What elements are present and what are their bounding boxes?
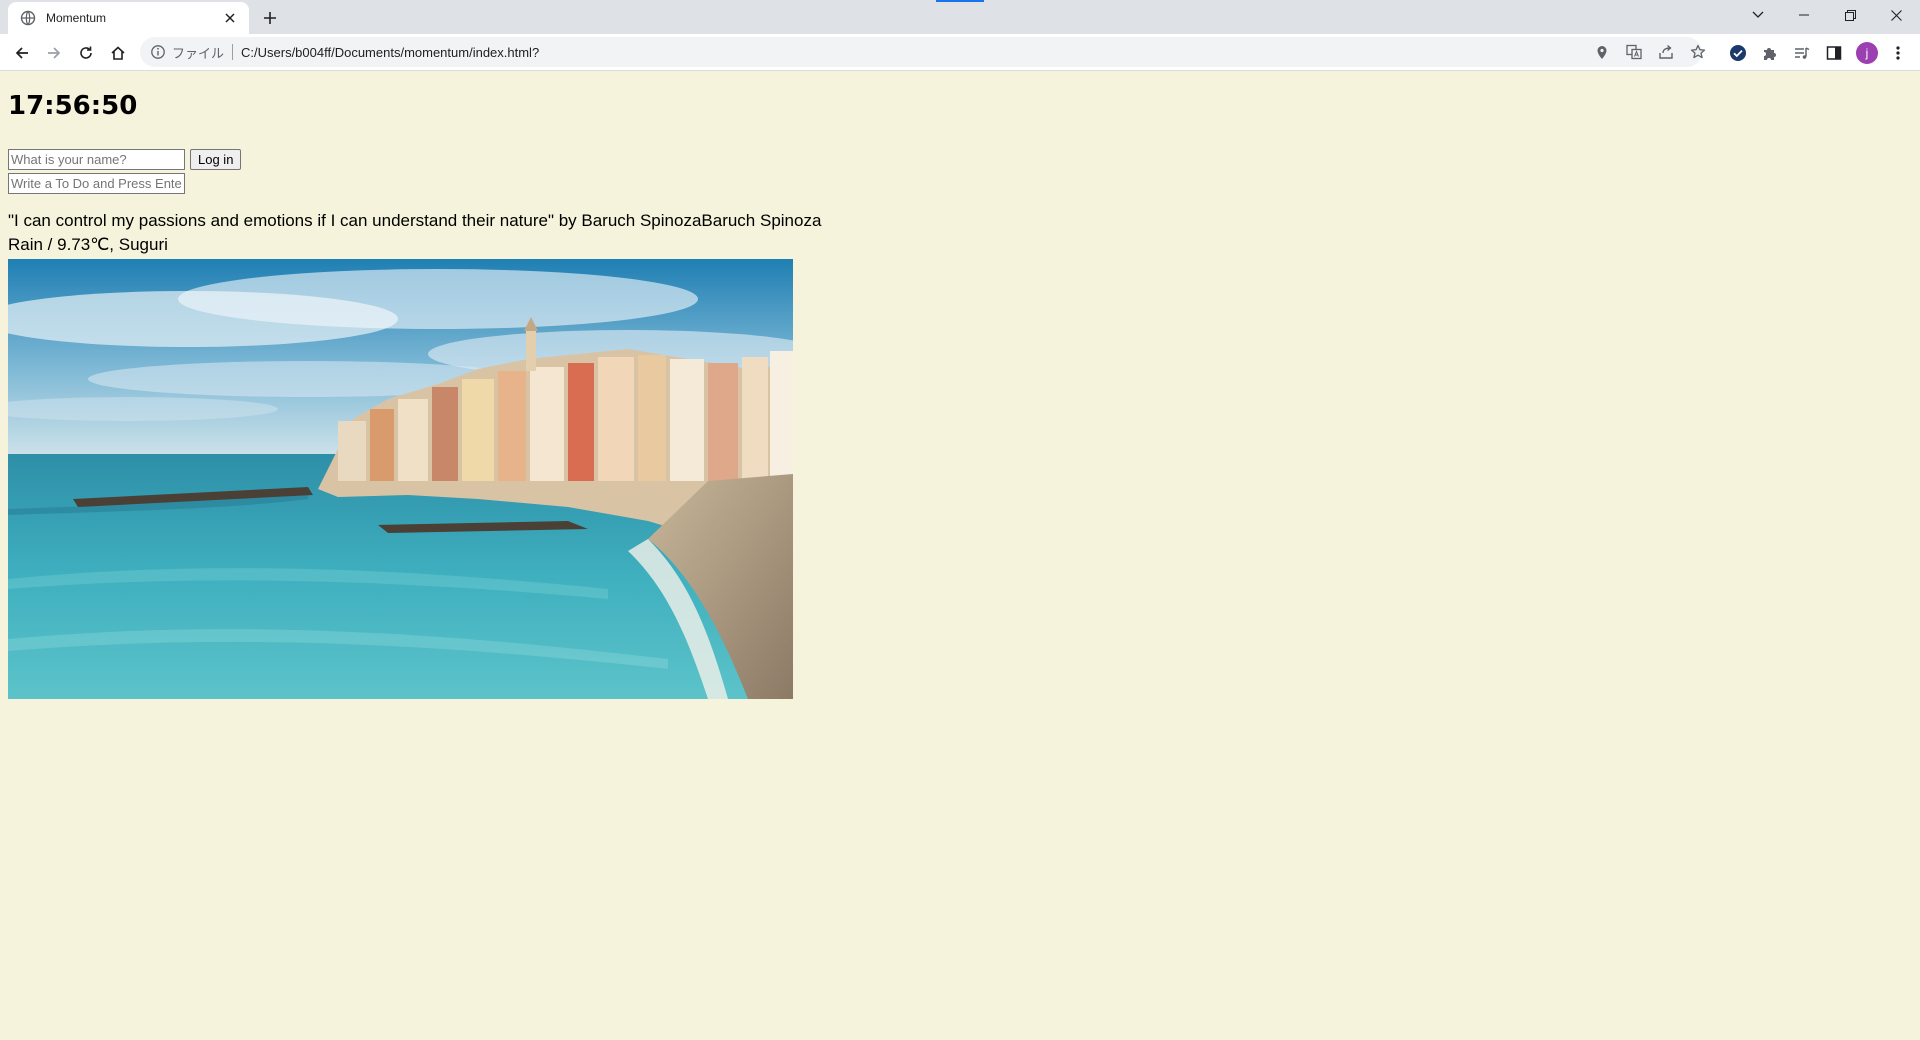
login-button[interactable]: Log in: [190, 149, 242, 170]
tab-strip-accent: [936, 0, 984, 2]
extension-check-icon[interactable]: [1724, 39, 1752, 67]
tab-search-chevron-icon[interactable]: [1735, 0, 1781, 30]
todo-input[interactable]: [8, 173, 185, 194]
forward-arrow-icon[interactable]: [40, 39, 68, 67]
new-tab-button[interactable]: [258, 6, 282, 30]
clock: 17:56:50: [8, 91, 138, 121]
restore-icon[interactable]: [1827, 0, 1873, 30]
scheme-label: ファイル: [172, 45, 225, 61]
translate-icon[interactable]: [1626, 44, 1642, 60]
profile-avatar[interactable]: j: [1856, 42, 1878, 64]
tab-title: Momentum: [46, 11, 107, 25]
address-bar[interactable]: ファイル C:/Users/b004ff/Documents/momentum/…: [140, 37, 1706, 67]
extensions-puzzle-icon[interactable]: [1756, 39, 1784, 67]
bookmark-star-icon[interactable]: [1690, 44, 1706, 60]
tab-strip: Momentum: [0, 0, 1920, 34]
home-icon[interactable]: [104, 39, 132, 67]
back-arrow-icon[interactable]: [8, 39, 36, 67]
close-window-icon[interactable]: [1873, 0, 1919, 30]
name-input[interactable]: [8, 149, 185, 170]
tab-close-icon[interactable]: [221, 9, 239, 27]
page-content: 17:56:50 Log in "I can control my passio…: [0, 71, 1920, 1040]
side-panel-icon[interactable]: [1820, 39, 1848, 67]
menu-kebab-icon[interactable]: [1884, 39, 1912, 67]
url-text[interactable]: C:/Users/b004ff/Documents/momentum/index…: [241, 45, 539, 60]
weather-text: Rain / 9.73℃, Suguri: [8, 235, 168, 254]
reload-icon[interactable]: [72, 39, 100, 67]
background-image: [8, 259, 793, 699]
login-form: Log in: [8, 149, 242, 170]
globe-icon: [20, 10, 36, 26]
share-icon[interactable]: [1658, 44, 1674, 60]
tab-momentum[interactable]: Momentum: [8, 2, 249, 34]
omnibox-separator: [232, 44, 234, 60]
reading-list-icon[interactable]: [1788, 39, 1816, 67]
location-pin-icon[interactable]: [1594, 44, 1610, 60]
info-icon[interactable]: [150, 44, 166, 60]
browser-toolbar: ファイル C:/Users/b004ff/Documents/momentum/…: [0, 34, 1920, 71]
quote-text: "I can control my passions and emotions …: [8, 211, 822, 230]
minimize-icon[interactable]: [1781, 0, 1827, 30]
